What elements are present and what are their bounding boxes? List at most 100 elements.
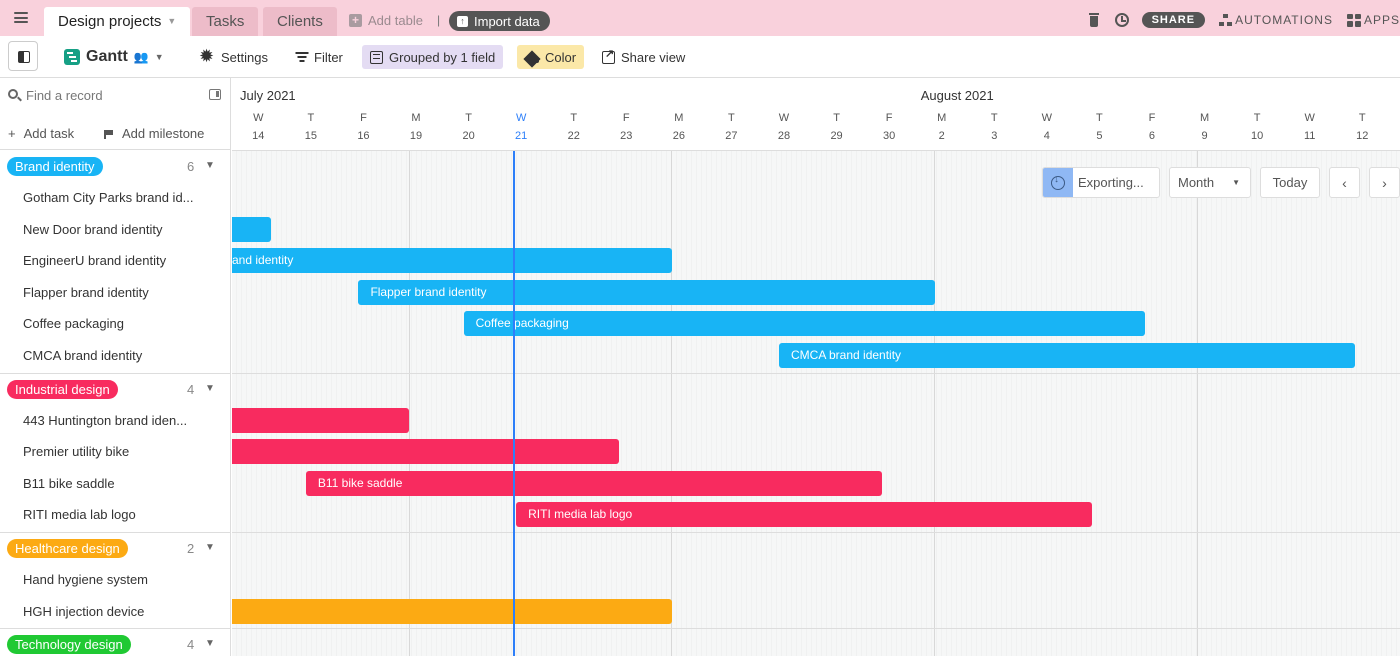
tab-clients[interactable]: Clients bbox=[263, 7, 337, 36]
gantt-bar[interactable]: B11 bike saddle bbox=[305, 470, 883, 496]
day-number-label: 15 bbox=[304, 130, 317, 142]
group-pill: Healthcare design bbox=[7, 539, 128, 558]
search-row bbox=[0, 78, 231, 112]
chevron-down-icon[interactable]: ▼ bbox=[205, 542, 215, 553]
apps-button[interactable]: APPS bbox=[1346, 13, 1400, 27]
day-number-label: 26 bbox=[672, 130, 685, 142]
gantt-bar[interactable] bbox=[232, 216, 272, 242]
search-icon bbox=[8, 89, 18, 99]
tab-label: Tasks bbox=[206, 13, 245, 30]
record-row[interactable]: B11 bike saddle bbox=[23, 468, 223, 500]
trash-icon[interactable] bbox=[1088, 13, 1099, 27]
tab-label: Design projects bbox=[58, 13, 162, 30]
chevron-down-icon[interactable]: ▼ bbox=[205, 160, 215, 171]
day-of-week-label: F bbox=[885, 112, 893, 124]
day-of-week-label: W bbox=[778, 112, 790, 124]
import-data-button[interactable]: ↑ Import data bbox=[449, 11, 550, 31]
gantt-bar[interactable] bbox=[232, 407, 409, 433]
base-topbar: Design projects ▼ Tasks Clients + Add tab… bbox=[0, 0, 1400, 36]
view-name: Gantt bbox=[86, 48, 128, 65]
group-pill: Technology design bbox=[7, 635, 131, 655]
day-of-week-label: T bbox=[833, 112, 840, 124]
day-of-week-label: M bbox=[411, 112, 421, 124]
add-task-button[interactable]: + Add task bbox=[8, 126, 74, 141]
gantt-bar[interactable]: Flapper brand identity bbox=[358, 279, 935, 305]
automations-icon bbox=[1219, 13, 1233, 27]
group-button[interactable]: Grouped by 1 field bbox=[362, 45, 504, 69]
gantt-icon bbox=[64, 49, 80, 65]
hamburger-menu-icon[interactable] bbox=[14, 12, 28, 23]
previous-button[interactable]: ‹ bbox=[1329, 167, 1360, 198]
tab-design-projects[interactable]: Design projects ▼ bbox=[44, 7, 191, 36]
plus-icon: + bbox=[8, 126, 16, 141]
record-row[interactable]: Gotham City Parks brand id... bbox=[23, 182, 223, 214]
record-row[interactable]: CMCA brand identity bbox=[23, 340, 223, 372]
filter-button[interactable]: Filter bbox=[287, 45, 351, 69]
tab-tasks[interactable]: Tasks bbox=[192, 7, 259, 36]
record-row[interactable]: New Door brand identity bbox=[23, 214, 223, 246]
day-number-label: 9 bbox=[1201, 130, 1208, 142]
week-gridline bbox=[934, 151, 935, 656]
apps-icon bbox=[1346, 13, 1361, 27]
add-table-button[interactable]: + Add table bbox=[349, 13, 423, 28]
automations-button[interactable]: AUTOMATIONS bbox=[1219, 13, 1333, 27]
view-switcher[interactable]: Gantt 👥 ▼ bbox=[56, 45, 172, 69]
chevron-down-icon[interactable]: ▼ bbox=[205, 383, 215, 394]
gantt-bar[interactable]: and identity bbox=[232, 248, 672, 274]
chevron-down-icon: ▼ bbox=[154, 52, 164, 62]
export-button[interactable]: Exporting... bbox=[1042, 167, 1160, 198]
record-row[interactable]: EngineerU brand identity bbox=[23, 245, 223, 277]
month-label: August 2021 bbox=[920, 88, 994, 103]
record-row[interactable]: Premier utility bike bbox=[23, 436, 223, 468]
gantt-bar[interactable] bbox=[232, 598, 672, 624]
automations-label: AUTOMATIONS bbox=[1235, 13, 1333, 27]
day-of-week-label: T bbox=[1253, 112, 1261, 124]
sidebar-toggle-button[interactable] bbox=[8, 41, 38, 71]
find-record-input[interactable] bbox=[26, 86, 196, 104]
history-icon[interactable] bbox=[1114, 13, 1129, 27]
day-of-week-label: T bbox=[570, 112, 578, 124]
gantt-bar[interactable] bbox=[232, 439, 620, 465]
record-row[interactable]: Coffee packaging bbox=[23, 308, 223, 340]
filter-label: Filter bbox=[314, 49, 343, 65]
grouped-label: Grouped by 1 field bbox=[389, 49, 496, 65]
day-number-label: 30 bbox=[883, 130, 896, 142]
day-number-label: 14 bbox=[252, 130, 265, 142]
record-row[interactable]: RITI media lab logo bbox=[23, 499, 223, 531]
record-row[interactable]: 443 Huntington brand iden... bbox=[23, 405, 223, 437]
record-row[interactable]: Flapper brand identity bbox=[23, 277, 223, 309]
today-button[interactable]: Today bbox=[1260, 167, 1320, 198]
chevron-down-icon[interactable]: ▼ bbox=[205, 638, 215, 649]
group-header[interactable]: Industrial design 4 ▼ bbox=[0, 374, 231, 405]
settings-button[interactable]: Settings bbox=[192, 45, 276, 69]
record-row[interactable]: Hand hygiene system bbox=[23, 564, 223, 596]
time-scale-select[interactable]: Month ▼ bbox=[1169, 167, 1251, 198]
collaborative-view-icon: 👥 bbox=[133, 50, 149, 64]
day-of-week-label: W bbox=[253, 112, 264, 124]
record-row[interactable]: HGH injection device bbox=[23, 596, 223, 628]
group-header[interactable]: Technology design 4 ▼ bbox=[0, 629, 231, 660]
day-number-label: 22 bbox=[567, 130, 580, 142]
color-button[interactable]: Color bbox=[517, 45, 585, 69]
gantt-bar[interactable]: CMCA brand identity bbox=[779, 343, 1356, 368]
record-list-pane: + Add task Add milestone Brand identity 6… bbox=[0, 78, 231, 656]
group-count: 6 bbox=[187, 159, 195, 174]
flag-icon bbox=[104, 129, 113, 139]
group-header[interactable]: Brand identity 6 ▼ bbox=[0, 151, 231, 182]
gantt-bar[interactable]: Coffee packaging bbox=[463, 311, 1145, 337]
chevron-down-icon[interactable]: ▼ bbox=[167, 16, 176, 26]
next-button[interactable]: › bbox=[1369, 167, 1400, 198]
group-divider-line bbox=[232, 532, 1400, 533]
gantt-bar[interactable]: RITI media lab logo bbox=[516, 502, 1093, 528]
month-label: July 2021 bbox=[240, 88, 296, 103]
share-button[interactable]: SHARE bbox=[1141, 12, 1206, 28]
collapse-pane-icon[interactable] bbox=[209, 89, 221, 100]
add-task-label: Add task bbox=[23, 126, 75, 141]
share-view-button[interactable]: Share view bbox=[594, 45, 693, 69]
add-milestone-button[interactable]: Add milestone bbox=[104, 126, 204, 141]
time-scale-value: Month bbox=[1178, 175, 1215, 190]
day-of-week-label: T bbox=[728, 112, 735, 124]
export-label: Exporting... bbox=[1078, 175, 1144, 190]
top-right-actions: SHARE AUTOMATIONS APPS bbox=[1088, 10, 1400, 30]
group-header[interactable]: Healthcare design 2 ▼ bbox=[0, 533, 231, 564]
